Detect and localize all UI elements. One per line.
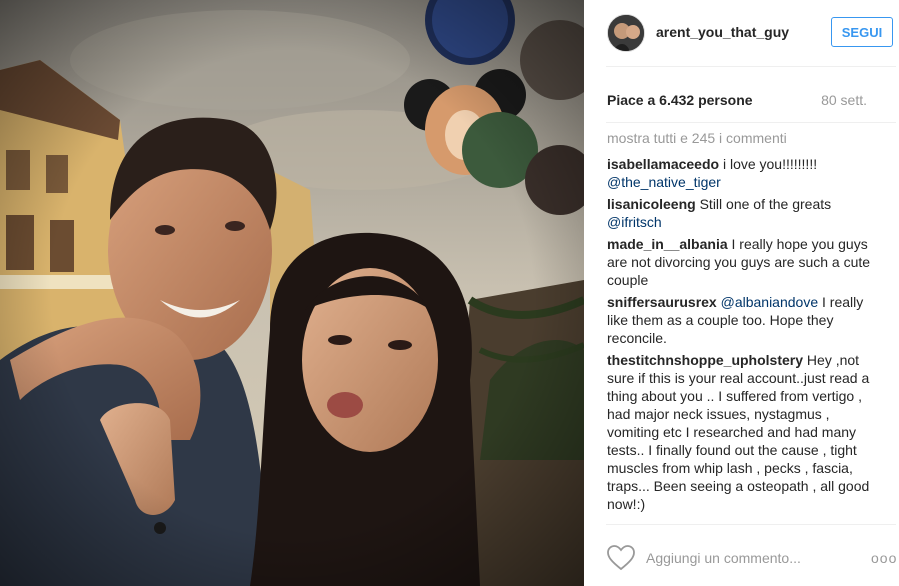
like-heart-icon[interactable] <box>607 545 635 571</box>
avatar[interactable] <box>607 14 645 52</box>
likes-count[interactable]: Piace a 6.432 persone <box>607 92 753 108</box>
comment-text: Still one of the greats <box>699 196 832 212</box>
comment-username[interactable]: isabellamaceedo <box>607 156 719 172</box>
comment: isabellamaceedo i love you!!!!!!!!! @the… <box>607 155 882 191</box>
comment: sniffersaurusrex @albaniandove I really … <box>607 293 882 347</box>
comment-mention[interactable]: @the_native_tiger <box>607 174 721 190</box>
post-side-panel: arent_you_that_guy SEGUI Piace a 6.432 p… <box>584 0 899 586</box>
comment-username[interactable]: lisanicoleeng <box>607 196 696 212</box>
post-age[interactable]: 80 sett. <box>821 92 867 108</box>
comment-username[interactable]: sniffersaurusrex <box>607 294 717 310</box>
show-all-comments-link[interactable]: mostra tutti e 245 i commenti <box>607 129 882 147</box>
add-comment-input[interactable]: Aggiungi un commento... <box>646 550 801 566</box>
heart-icon <box>607 545 635 571</box>
divider <box>606 122 896 123</box>
photo-image <box>0 0 584 586</box>
comment-text: Hey ,not sure if this is your real accou… <box>607 352 870 512</box>
comment-text: i love you!!!!!!!!! <box>722 156 818 172</box>
comment-mention[interactable]: @ifritsch <box>607 214 662 230</box>
comment: thestitchnshoppe_upholstery Hey ,not sur… <box>607 351 882 513</box>
avatar-image <box>608 15 644 51</box>
username[interactable]: arent_you_that_guy <box>656 24 789 40</box>
comment: lisanicoleeng Still one of the greats @i… <box>607 195 882 231</box>
post-header: arent_you_that_guy SEGUI <box>584 0 899 66</box>
comment-username[interactable]: thestitchnshoppe_upholstery <box>607 352 803 368</box>
comment-mention[interactable]: @albaniandove <box>721 294 819 310</box>
divider <box>606 524 896 525</box>
divider <box>606 66 896 67</box>
comment: made_in__albania I really hope you guys … <box>607 235 882 289</box>
comments-list: mostra tutti e 245 i commenti isabellama… <box>607 129 882 517</box>
post-photo[interactable] <box>0 0 584 586</box>
comment-username[interactable]: made_in__albania <box>607 236 728 252</box>
follow-button[interactable]: SEGUI <box>831 17 893 47</box>
more-options-button[interactable]: ooo <box>871 550 897 566</box>
